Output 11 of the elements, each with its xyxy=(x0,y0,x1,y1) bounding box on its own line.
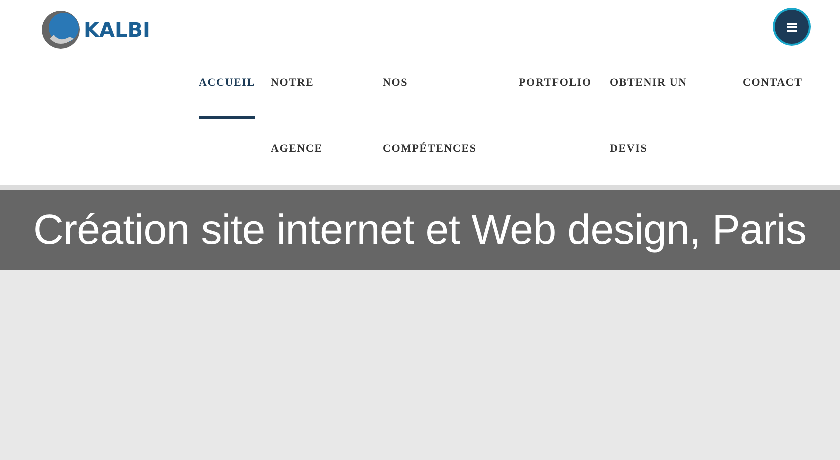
nav-link[interactable]: PORTFOLIO xyxy=(519,50,592,119)
page-title: Création site internet et Web design, Paris xyxy=(33,206,807,254)
nav-link[interactable]: NOTRE AGENCE xyxy=(271,50,331,185)
logo-text[interactable]: KALBI xyxy=(84,18,150,42)
menu-icon xyxy=(787,22,797,32)
nav-link[interactable]: NOS COMPÉTENCES xyxy=(383,50,483,185)
nav-link[interactable]: OBTENIR UN DEVIS xyxy=(610,50,700,185)
menu-button[interactable] xyxy=(775,10,809,44)
globe-logo-icon xyxy=(40,9,82,51)
nav-link[interactable]: ACCUEIL xyxy=(199,50,256,119)
nav-link[interactable]: CONTACT xyxy=(743,50,803,119)
